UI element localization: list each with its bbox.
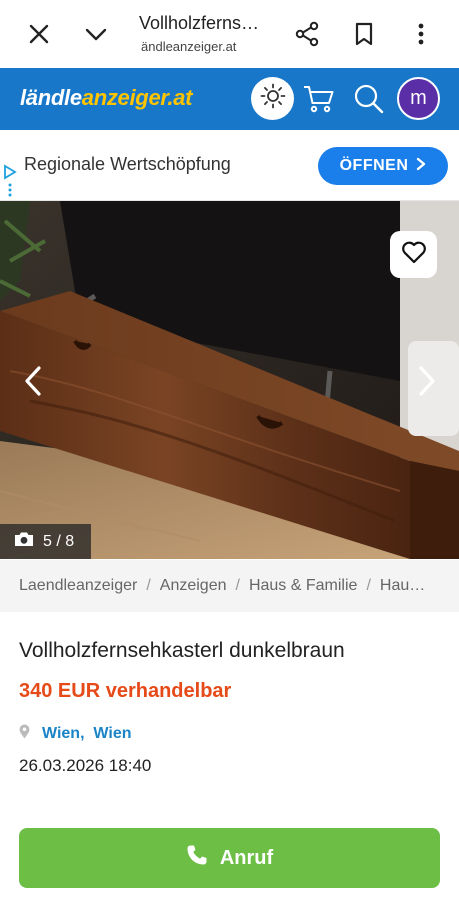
favorite-button[interactable] — [390, 231, 437, 278]
chevron-down-icon[interactable] — [76, 14, 116, 54]
breadcrumb-item[interactable]: Laendleanzeiger — [19, 577, 137, 595]
listing-photo[interactable]: 5 / 8 — [0, 201, 459, 559]
location-city[interactable]: Wien, — [42, 725, 85, 742]
photo-counter-text: 5 / 8 — [43, 532, 75, 550]
call-label: Anruf — [219, 846, 274, 869]
call-button[interactable]: Anruf — [19, 828, 440, 888]
breadcrumb-separator: / — [146, 577, 151, 594]
camera-icon — [14, 531, 34, 552]
sun-icon — [260, 83, 286, 114]
breadcrumb-separator: / — [366, 577, 371, 594]
chevron-right-icon — [416, 157, 426, 176]
map-pin-icon — [19, 724, 30, 744]
listing-location[interactable]: Wien, Wien — [19, 724, 132, 744]
breadcrumb: Laendleanzeiger / Anzeigen / Haus & Fami… — [0, 560, 459, 612]
site-header: ländleanzeiger.at m — [0, 68, 459, 130]
browser-page-title: Vollholzferns… — [139, 13, 260, 33]
theme-toggle-button[interactable] — [251, 77, 294, 120]
ad-open-label: ÖFFNEN — [339, 157, 409, 174]
chevron-left-icon[interactable] — [18, 361, 48, 401]
listing-date: 26.03.2026 18:40 — [19, 756, 152, 775]
close-icon[interactable] — [19, 14, 59, 54]
more-vert-icon[interactable] — [401, 14, 441, 54]
breadcrumb-item[interactable]: Hau… — [380, 577, 425, 595]
search-icon[interactable] — [352, 82, 386, 116]
share-icon[interactable] — [287, 14, 327, 54]
breadcrumb-item[interactable]: Haus & Familie — [249, 577, 357, 595]
breadcrumb-item[interactable]: Anzeigen — [160, 577, 227, 595]
site-logo[interactable]: ländleanzeiger.at — [20, 85, 193, 111]
ad-text: Regionale Wertschöpfung — [24, 154, 231, 174]
ad-banner[interactable]: Regionale Wertschöpfung ÖFFNEN — [0, 130, 459, 201]
photo-counter: 5 / 8 — [0, 524, 91, 559]
heart-icon — [401, 240, 427, 269]
user-avatar[interactable]: m — [397, 77, 440, 120]
browser-toolbar: Vollholzferns… ändleanzeiger.at — [0, 0, 459, 68]
breadcrumb-separator: / — [235, 577, 240, 594]
browser-url[interactable]: ändleanzeiger.at — [141, 39, 236, 54]
location-region[interactable]: Wien — [93, 725, 131, 742]
listing-title: Vollholzfernsehkasterl dunkelbraun — [19, 639, 345, 662]
cart-icon[interactable] — [302, 82, 336, 116]
adchoices-icon[interactable] — [3, 164, 17, 203]
listing-price: 340 EUR verhandelbar — [19, 680, 232, 702]
phone-icon — [186, 844, 208, 872]
ad-open-button[interactable]: ÖFFNEN — [318, 147, 448, 185]
chevron-right-icon[interactable] — [412, 361, 442, 401]
bookmark-icon[interactable] — [344, 14, 384, 54]
